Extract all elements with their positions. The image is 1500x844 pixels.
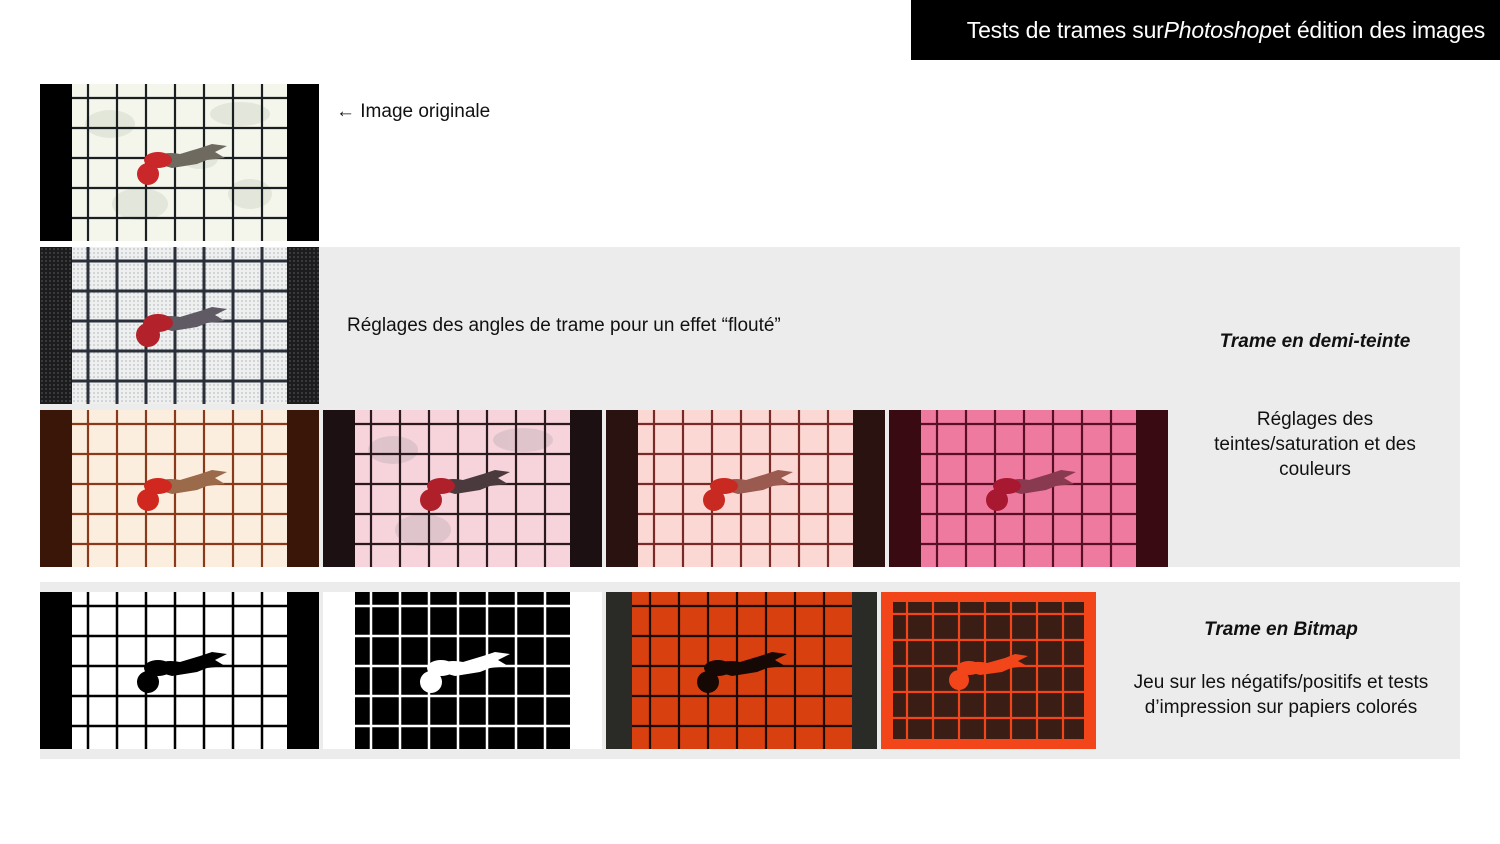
title-text-end: et édition des images — [1271, 16, 1485, 43]
hue-variant-1-image — [40, 410, 319, 567]
hue-variant-3-image — [606, 410, 885, 567]
bitmap-negative-image — [323, 592, 602, 749]
hue-saturation-caption: Réglages des teintes/saturation et des c… — [1214, 409, 1416, 480]
halftone-angle-caption: Réglages des angles de trame pour un eff… — [347, 315, 781, 336]
bitmap-positive-image — [40, 592, 319, 749]
bitmap-section-label: Trame en Bitmap — [1204, 619, 1358, 640]
bitmap-negative-orange-print-image — [881, 592, 1096, 749]
hue-variant-2-image — [323, 410, 602, 567]
original-image-caption: ← Image originale — [336, 101, 491, 122]
bitmap-orange-print-image — [606, 592, 877, 749]
bitmap-caption: Jeu sur les négatifs/positifs et tests d… — [1133, 672, 1429, 718]
title-text-start: Tests de trames sur — [966, 16, 1164, 43]
hue-variant-4-image — [889, 410, 1168, 567]
halftone-section-label: Trame en demi-teinte — [1219, 331, 1411, 352]
title-text-software: Photoshop — [1163, 16, 1272, 43]
page-title: Tests de trames sur Photoshop et édition… — [911, 0, 1500, 60]
halftone-angle-image — [40, 247, 319, 404]
original-image — [40, 84, 319, 241]
